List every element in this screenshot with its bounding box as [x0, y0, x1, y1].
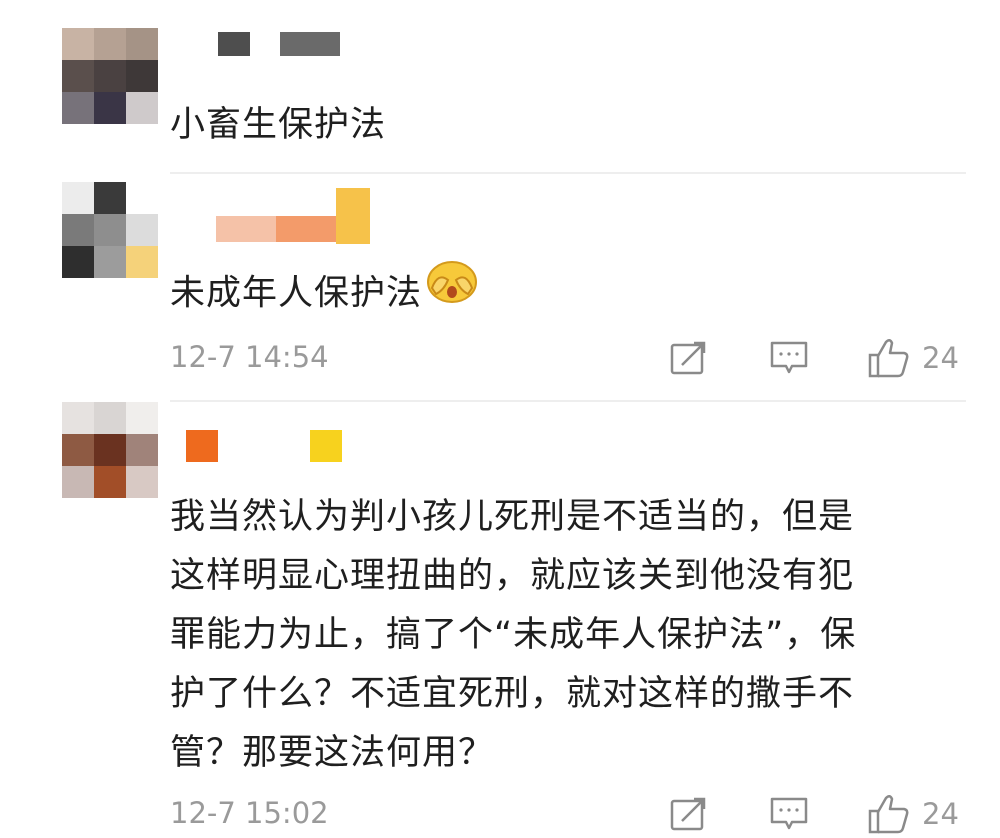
comment-line: 管？那要这法何用？: [170, 733, 495, 773]
comment-line: 我当然认为判小孩儿死刑是不适当的，但是: [170, 497, 855, 537]
avatar-pixel: [62, 246, 94, 278]
avatar-pixel: [62, 466, 94, 498]
thumbs-up-icon: [868, 339, 909, 378]
comment-line: 护了什么？不适宜死刑，就对这样的撒手不: [170, 674, 855, 714]
avatar-pixel: [126, 28, 158, 60]
username-blur: [186, 430, 218, 462]
avatar-pixel: [94, 434, 126, 466]
share-button[interactable]: [670, 790, 708, 838]
comment-meta: 12-7 14:54 24: [170, 334, 970, 382]
avatar-pixel: [94, 246, 126, 278]
username-blur: [218, 32, 250, 56]
avatar[interactable]: [62, 402, 158, 498]
avatar-pixel: [126, 214, 158, 246]
divider: [170, 172, 966, 174]
username-blur: [216, 216, 276, 242]
avatar-pixel: [62, 60, 94, 92]
reply-button[interactable]: [770, 334, 808, 382]
comment-text-content: 未成年人保护法: [170, 273, 423, 314]
avatar-pixel: [94, 182, 126, 214]
like-button[interactable]: 24: [868, 334, 959, 382]
avatar-pixel: [126, 466, 158, 498]
avatar-pixel: [94, 28, 126, 60]
comment-text: 小畜生保护法: [170, 105, 387, 145]
thumbs-up-icon: [868, 795, 909, 834]
avatar-pixel: [126, 246, 158, 278]
like-button[interactable]: 24: [868, 790, 959, 838]
avatar-pixel: [94, 92, 126, 124]
comment-line: 罪能力为止，搞了个“未成年人保护法”，保: [170, 615, 857, 655]
avatar-pixel: [94, 466, 126, 498]
comment-meta: 12-7 15:02 24: [170, 790, 970, 838]
avatar[interactable]: [62, 28, 158, 124]
username[interactable]: [172, 32, 342, 56]
username-blur: [276, 216, 336, 242]
avatar[interactable]: [62, 182, 158, 278]
avatar-pixel: [62, 434, 94, 466]
timestamp: 12-7 14:54: [170, 340, 329, 374]
username[interactable]: [186, 430, 346, 464]
share-button[interactable]: [670, 334, 708, 382]
username[interactable]: [176, 188, 376, 244]
avatar-pixel: [94, 214, 126, 246]
share-icon: [670, 797, 706, 831]
avatar-pixel: [62, 182, 94, 214]
like-count: 24: [922, 797, 959, 831]
avatar-pixel: [126, 60, 158, 92]
avatar-pixel: [126, 92, 158, 124]
timestamp: 12-7 15:02: [170, 796, 329, 830]
comment-line: 这样明显心理扭曲的，就应该关到他没有犯: [170, 556, 855, 596]
avatar-pixel: [62, 214, 94, 246]
avatar-pixel: [94, 60, 126, 92]
username-blur: [280, 32, 340, 56]
username-blur: [336, 188, 370, 244]
share-icon: [670, 341, 706, 375]
reply-button[interactable]: [770, 790, 808, 838]
avatar-pixel: [62, 402, 94, 434]
covering-face-emoji: [426, 258, 478, 323]
comment-text: 未成年人保护法: [170, 261, 478, 327]
divider: [170, 400, 966, 402]
avatar-pixel: [94, 402, 126, 434]
avatar-pixel: [126, 182, 158, 214]
like-count: 24: [922, 341, 959, 375]
username-blur: [310, 430, 342, 462]
avatar-pixel: [126, 402, 158, 434]
avatar-pixel: [62, 28, 94, 60]
avatar-pixel: [62, 92, 94, 124]
avatar-pixel: [126, 434, 158, 466]
comment-text: 我当然认为判小孩儿死刑是不适当的，但是 这样明显心理扭曲的，就应该关到他没有犯 …: [170, 488, 856, 783]
comment-icon: [770, 797, 808, 830]
comment-icon: [770, 341, 808, 374]
